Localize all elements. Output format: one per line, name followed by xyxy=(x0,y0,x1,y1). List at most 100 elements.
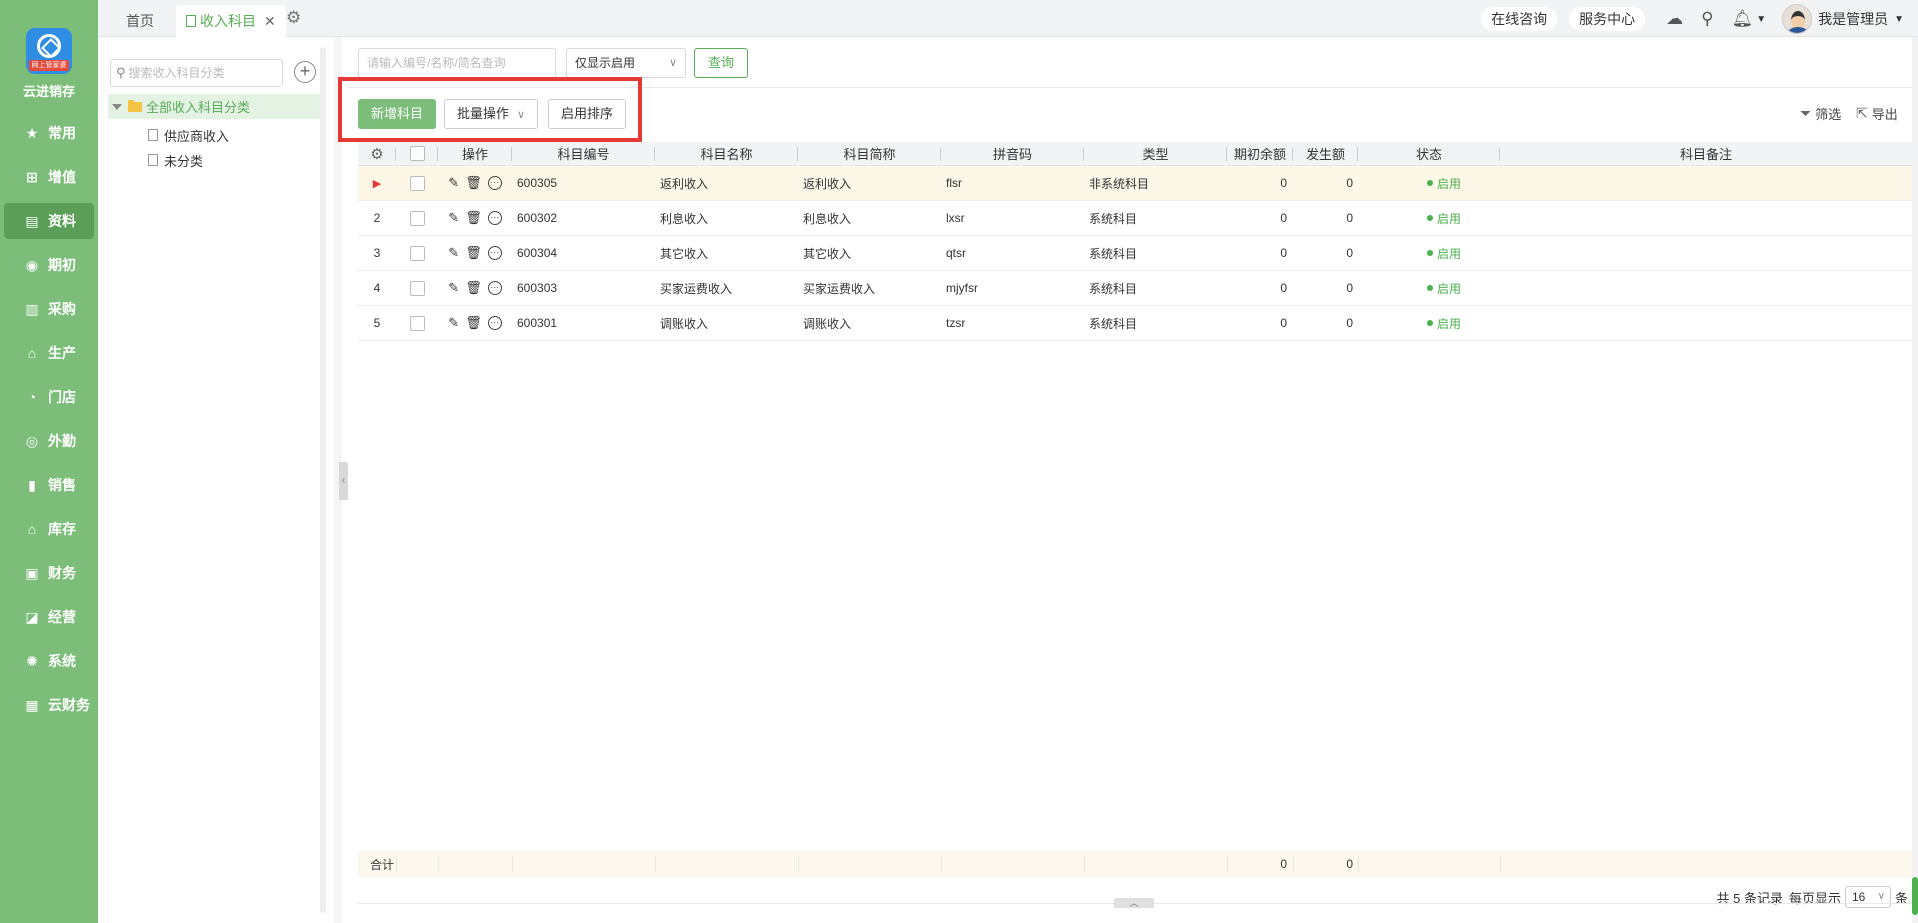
tree-item-uncategorized[interactable]: 未分类 xyxy=(148,149,203,171)
table-row[interactable]: ▶ ✎ 🗑︎ ··· 600305 返利收入 返利收入 flsr 非系统科目 0 0… xyxy=(358,166,1912,201)
select-all-checkbox[interactable] xyxy=(409,146,425,161)
row-checkbox[interactable] xyxy=(409,175,425,191)
document-icon: ▤ xyxy=(25,212,39,229)
row-checkbox[interactable] xyxy=(409,315,425,331)
bell-icon[interactable]: 🔔︎ xyxy=(1732,9,1754,29)
user-name[interactable]: 我是管理员 xyxy=(1818,9,1888,29)
tab-home[interactable]: 首页 xyxy=(114,5,166,37)
table-row[interactable]: 4 ✎ 🗑︎ ··· 600303 买家运费收入 买家运费收入 mjyfsr 系统科… xyxy=(358,271,1912,306)
more-icon[interactable]: ··· xyxy=(487,246,502,260)
close-icon[interactable]: ✕ xyxy=(264,13,276,29)
cell-code: 600302 xyxy=(517,211,558,225)
sidebar-item-production[interactable]: ⌂ 生产 xyxy=(4,335,94,371)
edit-icon[interactable]: ✎ xyxy=(448,245,459,261)
sidebar-item-opening[interactable]: ◉ 期初 xyxy=(4,247,94,283)
sidebar-item-label: 销售 xyxy=(48,477,76,493)
more-icon[interactable]: ··· xyxy=(487,211,502,225)
per-page-select[interactable]: 16 ∨ xyxy=(1844,886,1891,908)
export-button[interactable]: ⇱ 导出 xyxy=(1856,104,1898,123)
sidebar-item-store[interactable]: ◔ 门店 xyxy=(4,379,94,415)
tab-income-subjects[interactable]: 收入科目 ✕ xyxy=(176,5,286,37)
trash-icon[interactable]: 🗑︎ xyxy=(465,245,482,261)
column-header-opening-balance[interactable]: 期初余额 xyxy=(1227,142,1293,165)
category-search-input[interactable] xyxy=(128,66,274,80)
cell-amount: 0 xyxy=(1346,246,1353,260)
cloud-download-icon[interactable]: ☁ xyxy=(1666,9,1683,29)
edit-icon[interactable]: ✎ xyxy=(448,280,459,296)
service-center-button[interactable]: 服务中心 xyxy=(1569,7,1646,31)
sidebar-item-label: 门店 xyxy=(48,389,76,405)
column-settings-gear-icon[interactable]: ⚙ xyxy=(358,142,396,165)
online-consult-button[interactable]: 在线咨询 xyxy=(1481,7,1558,31)
row-checkbox[interactable] xyxy=(409,245,425,261)
trash-icon[interactable]: 🗑︎ xyxy=(465,315,482,331)
sidebar-item-cloud-finance[interactable]: ▦ 云财务 xyxy=(4,687,94,723)
subject-search-input[interactable] xyxy=(358,48,556,78)
more-icon[interactable]: ··· xyxy=(487,176,502,190)
sidebar-item-purchase[interactable]: ▥ 采购 xyxy=(4,291,94,327)
sidebar-item-data[interactable]: ▤ 资料 xyxy=(4,203,94,239)
column-header-pinyin[interactable]: 拼音码 xyxy=(941,142,1084,165)
column-header-code[interactable]: 科目编号 xyxy=(512,142,655,165)
row-checkbox[interactable] xyxy=(409,280,425,296)
scroll-thumb[interactable] xyxy=(1912,877,1918,915)
sidebar-item-finance[interactable]: ▣ 财务 xyxy=(4,555,94,591)
column-header-amount[interactable]: 发生额 xyxy=(1293,142,1358,165)
status-filter-select[interactable]: 仅显示启用 ∨ xyxy=(566,48,686,78)
trash-icon[interactable]: 🗑︎ xyxy=(465,210,482,226)
avatar[interactable] xyxy=(1782,4,1813,34)
query-button[interactable]: 查询 xyxy=(694,48,748,78)
main-scrollbar[interactable] xyxy=(1912,37,1918,923)
chevron-down-icon[interactable]: ▼ xyxy=(1894,14,1904,25)
sidebar-item-system[interactable]: ✺ 系统 xyxy=(4,643,94,679)
row-select-cell xyxy=(396,201,438,235)
trash-icon[interactable]: 🗑︎ xyxy=(465,280,482,296)
more-icon[interactable]: ··· xyxy=(487,316,502,330)
sidebar-item-common[interactable]: ★ 常用 xyxy=(4,115,94,151)
app-logo[interactable]: 网上管家婆 xyxy=(26,28,72,74)
column-header-short-name[interactable]: 科目简称 xyxy=(798,142,941,165)
collapse-panel-button[interactable]: ‹ xyxy=(339,462,348,500)
cell-name: 调账收入 xyxy=(660,316,709,331)
status-dot-icon xyxy=(1427,285,1433,291)
batch-operation-button[interactable]: 批量操作 ∨ xyxy=(444,99,538,129)
enable-sort-button[interactable]: 启用排序 xyxy=(548,99,626,129)
column-header-status[interactable]: 状态 xyxy=(1358,142,1500,165)
sidebar-item-inventory[interactable]: ⌂ 库存 xyxy=(4,511,94,547)
category-scrollbar[interactable] xyxy=(320,47,326,913)
trash-icon[interactable]: 🗑︎ xyxy=(465,175,482,191)
cell-opening-balance: 0 xyxy=(1280,281,1287,295)
cell-name: 买家运费收入 xyxy=(660,281,733,296)
table-row[interactable]: 3 ✎ 🗑︎ ··· 600304 其它收入 其它收入 qtsr 系统科目 0 0 … xyxy=(358,236,1912,271)
sidebar-item-operation[interactable]: ◪ 经营 xyxy=(4,599,94,635)
edit-icon[interactable]: ✎ xyxy=(448,315,459,331)
table-row[interactable]: 2 ✎ 🗑︎ ··· 600302 利息收入 利息收入 lxsr 系统科目 0 0 … xyxy=(358,201,1912,236)
sidebar-item-sales[interactable]: ▮ 销售 xyxy=(4,467,94,503)
column-header-name[interactable]: 科目名称 xyxy=(655,142,798,165)
cell-opening-balance: 0 xyxy=(1280,211,1287,225)
table-row[interactable]: 5 ✎ 🗑︎ ··· 600301 调账收入 调账收入 tzsr 系统科目 0 0 … xyxy=(358,306,1912,341)
expand-up-button[interactable]: ︿ xyxy=(1114,898,1154,908)
tree-root-all-categories[interactable]: 全部收入科目分类 xyxy=(108,94,320,119)
column-header-note[interactable]: 科目备注 xyxy=(1500,142,1912,165)
bar-chart-icon: ▮ xyxy=(28,476,36,493)
sidebar-item-value-added[interactable]: ⊞ 增值 xyxy=(4,159,94,195)
tab-settings-gear-icon[interactable]: ⚙ xyxy=(286,8,301,28)
sidebar-item-field[interactable]: ◎ 外勤 xyxy=(4,423,94,459)
total-amount: 0 xyxy=(1346,857,1353,871)
expand-triangle-icon[interactable] xyxy=(112,103,122,110)
column-header-type[interactable]: 类型 xyxy=(1084,142,1227,165)
edit-icon[interactable]: ✎ xyxy=(448,210,459,226)
add-subject-button[interactable]: 新增科目 xyxy=(358,99,436,129)
pie-icon: ◔ xyxy=(27,389,37,405)
select-all-cell xyxy=(396,142,438,165)
filter-button[interactable]: ⏷ 筛选 xyxy=(1800,104,1841,123)
more-icon[interactable]: ··· xyxy=(487,281,502,295)
chevron-down-icon[interactable]: ▼ xyxy=(1756,14,1766,25)
add-category-button[interactable]: + xyxy=(294,61,316,83)
row-checkbox[interactable] xyxy=(409,210,425,226)
edit-icon[interactable]: ✎ xyxy=(448,175,459,191)
tree-item-supplier-income[interactable]: 供应商收入 xyxy=(148,124,229,146)
search-icon[interactable]: ⚲ xyxy=(1701,9,1713,29)
cell-amount: 0 xyxy=(1346,316,1353,330)
